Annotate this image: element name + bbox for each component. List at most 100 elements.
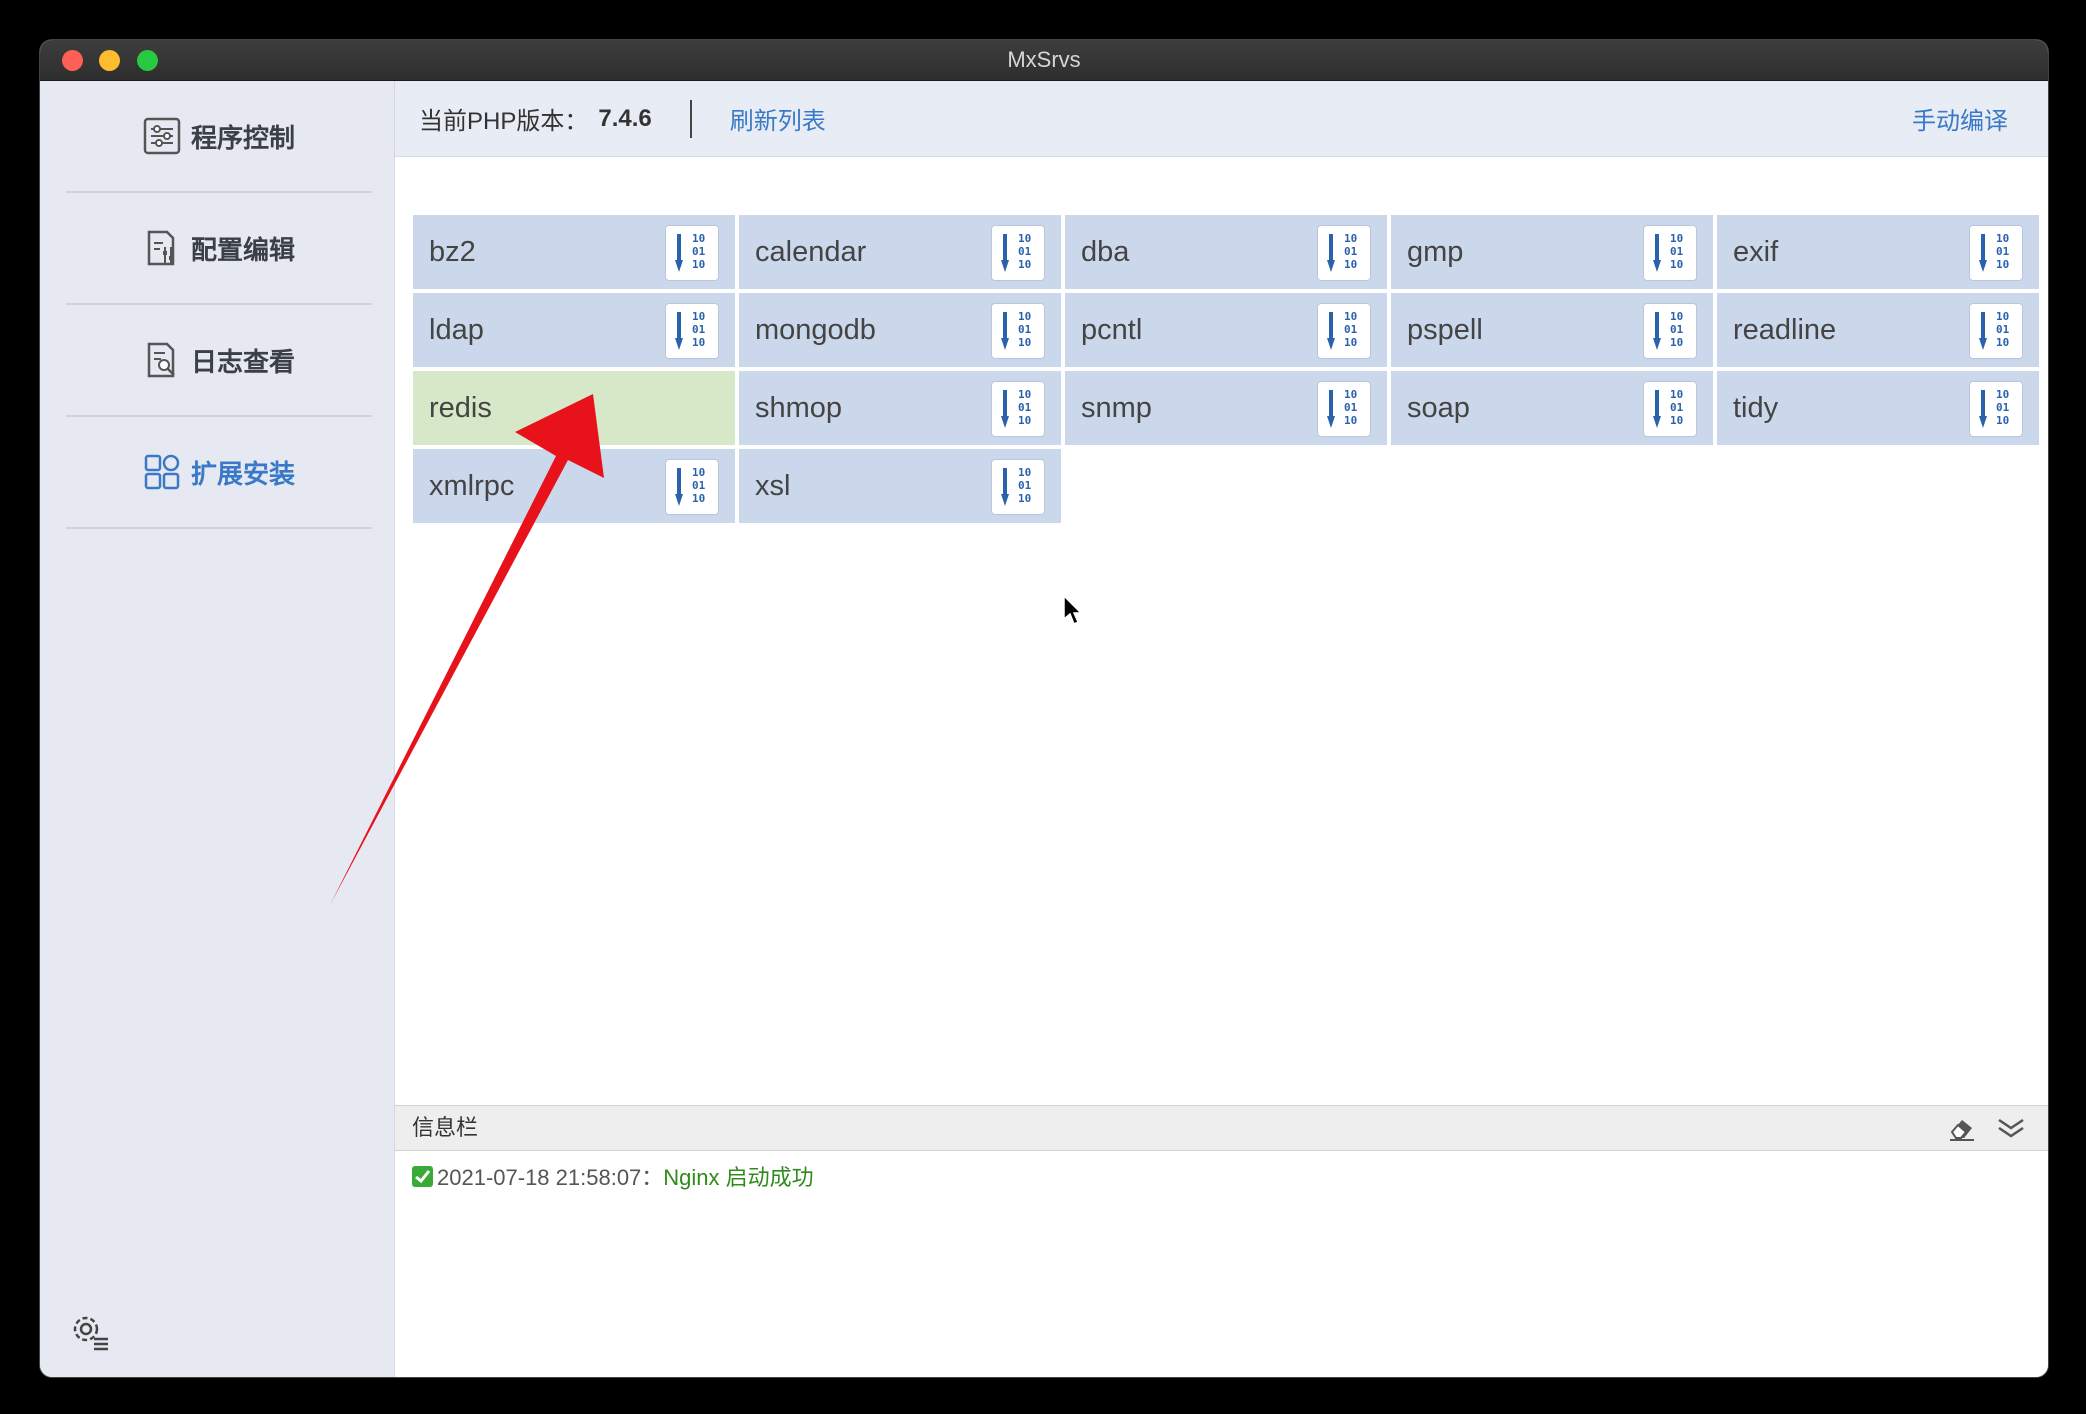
toolbar: 当前PHP版本： 7.4.6 刷新列表 手动编译 bbox=[395, 81, 2048, 157]
binary-bits-icon: 10 01 10 bbox=[1018, 466, 1031, 505]
binary-bit-row: 01 bbox=[1018, 245, 1032, 258]
sidebar-item-extension-install[interactable]: 扩展安装 bbox=[66, 417, 372, 529]
binary-bit-row: 10 bbox=[1018, 414, 1032, 427]
install-button[interactable]: 10 01 10 bbox=[991, 225, 1045, 281]
install-button[interactable]: 10 01 10 bbox=[1969, 225, 2023, 281]
binary-bit-row: 10 bbox=[692, 466, 706, 479]
extension-item-tidy[interactable]: tidy 10 01 10 bbox=[1717, 371, 2039, 445]
binary-bit-row: 10 bbox=[1670, 336, 1684, 349]
extension-item-readline[interactable]: readline 10 01 10 bbox=[1717, 293, 2039, 367]
download-arrow-icon bbox=[1001, 390, 1009, 428]
binary-bit-row: 10 bbox=[1344, 232, 1358, 245]
manual-compile-link[interactable]: 手动编译 bbox=[1912, 101, 2008, 136]
download-arrow-icon bbox=[1327, 390, 1335, 428]
binary-bits-icon: 10 01 10 bbox=[1670, 232, 1683, 271]
binary-bit-row: 01 bbox=[1670, 245, 1684, 258]
sidebar: 程序控制 配置编辑 日志查看 扩展安装 bbox=[40, 81, 395, 1377]
extension-name: pspell bbox=[1407, 314, 1483, 346]
download-arrow-icon bbox=[1001, 468, 1009, 506]
extension-item-pspell[interactable]: pspell 10 01 10 bbox=[1391, 293, 1713, 367]
extension-name: xsl bbox=[755, 470, 791, 502]
sidebar-item-label: 扩展安装 bbox=[190, 458, 295, 489]
log-message: Nginx 启动成功 bbox=[663, 1165, 814, 1190]
mouse-cursor-icon bbox=[1063, 595, 1083, 626]
binary-bit-row: 10 bbox=[1670, 232, 1684, 245]
extension-item-mongodb[interactable]: mongodb 10 01 10 bbox=[739, 293, 1061, 367]
install-button[interactable]: 10 01 10 bbox=[1317, 303, 1371, 359]
install-button[interactable]: 10 01 10 bbox=[1317, 225, 1371, 281]
install-button[interactable]: 10 01 10 bbox=[1643, 381, 1697, 437]
install-button[interactable]: 10 01 10 bbox=[1643, 225, 1697, 281]
window-title: MxSrvs bbox=[1007, 47, 1081, 72]
double-chevron-down-icon[interactable] bbox=[1996, 1114, 2026, 1142]
extension-item-calendar[interactable]: calendar 10 01 10 bbox=[739, 215, 1061, 289]
install-button[interactable]: 10 01 10 bbox=[1643, 303, 1697, 359]
gear-list-icon[interactable] bbox=[68, 1309, 112, 1353]
install-button[interactable]: 10 01 10 bbox=[1969, 303, 2023, 359]
extension-item-xsl[interactable]: xsl 10 01 10 bbox=[739, 449, 1061, 523]
extension-item-shmop[interactable]: shmop 10 01 10 bbox=[739, 371, 1061, 445]
binary-bit-row: 10 bbox=[1996, 414, 2010, 427]
binary-bits-icon: 10 01 10 bbox=[1018, 310, 1031, 349]
extension-item-snmp[interactable]: snmp 10 01 10 bbox=[1065, 371, 1387, 445]
download-arrow-icon bbox=[675, 468, 683, 506]
app-window: MxSrvs 程序控制 配置编辑 日志查看 扩展安装 当前PHP版本： 7.4.… bbox=[40, 40, 2048, 1377]
install-button[interactable]: 10 01 10 bbox=[665, 459, 719, 515]
install-button[interactable]: 10 01 10 bbox=[991, 381, 1045, 437]
binary-bit-row: 10 bbox=[1018, 336, 1032, 349]
refresh-list-link[interactable]: 刷新列表 bbox=[730, 101, 826, 136]
binary-bits-icon: 10 01 10 bbox=[1670, 388, 1683, 427]
extension-item-pcntl[interactable]: pcntl 10 01 10 bbox=[1065, 293, 1387, 367]
binary-bit-row: 10 bbox=[1670, 310, 1684, 323]
extension-item-soap[interactable]: soap 10 01 10 bbox=[1391, 371, 1713, 445]
title-bar[interactable]: MxSrvs bbox=[40, 40, 2048, 81]
binary-bit-row: 01 bbox=[1018, 479, 1032, 492]
binary-bit-row: 01 bbox=[692, 323, 706, 336]
extension-item-gmp[interactable]: gmp 10 01 10 bbox=[1391, 215, 1713, 289]
toolbar-divider bbox=[689, 99, 692, 138]
install-button[interactable]: 10 01 10 bbox=[991, 303, 1045, 359]
binary-bit-row: 01 bbox=[1018, 401, 1032, 414]
binary-bit-row: 01 bbox=[1996, 245, 2010, 258]
sidebar-item-config-edit[interactable]: 配置编辑 bbox=[66, 193, 372, 305]
extension-item-ldap[interactable]: ldap 10 01 10 bbox=[413, 293, 735, 367]
download-arrow-icon bbox=[1653, 312, 1661, 350]
binary-bit-row: 10 bbox=[1996, 258, 2010, 271]
install-button[interactable]: 10 01 10 bbox=[665, 225, 719, 281]
sidebar-item-label: 日志查看 bbox=[190, 346, 295, 377]
extension-item-xmlrpc[interactable]: xmlrpc 10 01 10 bbox=[413, 449, 735, 523]
download-arrow-icon bbox=[1327, 312, 1335, 350]
binary-bits-icon: 10 01 10 bbox=[1996, 232, 2009, 271]
php-version-value: 7.4.6 bbox=[598, 104, 652, 132]
binary-bit-row: 10 bbox=[1018, 232, 1032, 245]
binary-bits-icon: 10 01 10 bbox=[692, 466, 705, 505]
log-timestamp: 2021-07-18 21:58:07： bbox=[437, 1165, 664, 1190]
extension-item-exif[interactable]: exif 10 01 10 bbox=[1717, 215, 2039, 289]
extension-name: shmop bbox=[755, 392, 843, 424]
binary-bit-row: 10 bbox=[1996, 310, 2010, 323]
main-panel: 当前PHP版本： 7.4.6 刷新列表 手动编译 bz2 10 01 10 calend… bbox=[395, 81, 2048, 1377]
install-button[interactable]: 10 01 10 bbox=[1317, 381, 1371, 437]
install-button[interactable]: 10 01 10 bbox=[1969, 381, 2023, 437]
binary-bit-row: 10 bbox=[1996, 388, 2010, 401]
binary-bits-icon: 10 01 10 bbox=[1996, 310, 2009, 349]
extension-item-dba[interactable]: dba 10 01 10 bbox=[1065, 215, 1387, 289]
sidebar-item-log-view[interactable]: 日志查看 bbox=[66, 305, 372, 417]
extensions-grid-icon bbox=[144, 454, 180, 490]
binary-bit-row: 10 bbox=[1018, 310, 1032, 323]
binary-bits-icon: 10 01 10 bbox=[1344, 310, 1357, 349]
binary-bit-row: 10 bbox=[1344, 414, 1358, 427]
sidebar-item-label: 配置编辑 bbox=[190, 234, 295, 265]
extension-item-bz2[interactable]: bz2 10 01 10 bbox=[413, 215, 735, 289]
binary-bit-row: 01 bbox=[1018, 323, 1032, 336]
eraser-icon[interactable] bbox=[1948, 1114, 1976, 1142]
extension-name: gmp bbox=[1407, 236, 1464, 268]
binary-bit-row: 01 bbox=[1344, 245, 1358, 258]
extension-item-redis[interactable]: redis bbox=[413, 371, 735, 445]
install-button[interactable]: 10 01 10 bbox=[991, 459, 1045, 515]
extension-name: soap bbox=[1407, 392, 1470, 424]
download-arrow-icon bbox=[675, 312, 683, 350]
install-button[interactable]: 10 01 10 bbox=[665, 303, 719, 359]
extension-name: tidy bbox=[1733, 392, 1779, 424]
sidebar-item-program-control[interactable]: 程序控制 bbox=[66, 81, 372, 193]
